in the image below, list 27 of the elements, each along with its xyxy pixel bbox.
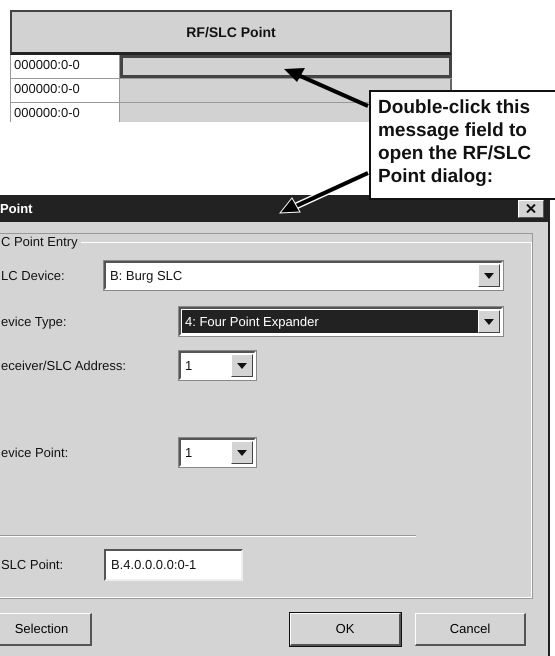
group-label: C Point Entry <box>0 234 79 250</box>
dropdown-field[interactable]: 4: Four Point Expander <box>179 307 503 336</box>
field-label: LC Device: <box>1 266 66 285</box>
dialog-button[interactable]: OK <box>290 613 401 646</box>
dropdown-field[interactable]: 1 <box>179 438 256 467</box>
window-title: Point <box>0 200 32 218</box>
text-field[interactable]: B.4.0.0.0.0:0-1 <box>104 548 243 580</box>
close-icon <box>526 204 536 213</box>
dropdown-arrow-icon <box>484 272 494 278</box>
table-cell: 000000:0-0 <box>10 55 120 78</box>
field-label: evice Point: <box>1 444 70 462</box>
table-cell: 000000:0-0 <box>10 79 120 102</box>
dropdown-field[interactable]: 1 <box>179 351 256 380</box>
dropdown-arrow-icon <box>484 318 494 324</box>
close-button[interactable] <box>518 200 544 218</box>
field-label: evice Type: <box>1 312 68 331</box>
dialog-button[interactable]: Cancel <box>415 613 526 646</box>
field-label: SLC Point: <box>1 556 64 574</box>
dropdown-arrow-icon <box>237 362 247 368</box>
callout-tooltip: Double-click this message field to open the RF/SLC Point dialog: <box>369 90 555 200</box>
dropdown-field[interactable]: B: Burg SLC <box>104 261 503 290</box>
dialog-button[interactable]: Selection <box>0 613 92 646</box>
message-cell[interactable] <box>120 55 452 78</box>
table-cell: 000000:0-0 <box>10 103 120 122</box>
column-header: RF/SLC Point <box>10 10 452 55</box>
dropdown-arrow-icon <box>237 450 247 456</box>
field-label: eceiver/SLC Address: <box>1 356 128 375</box>
